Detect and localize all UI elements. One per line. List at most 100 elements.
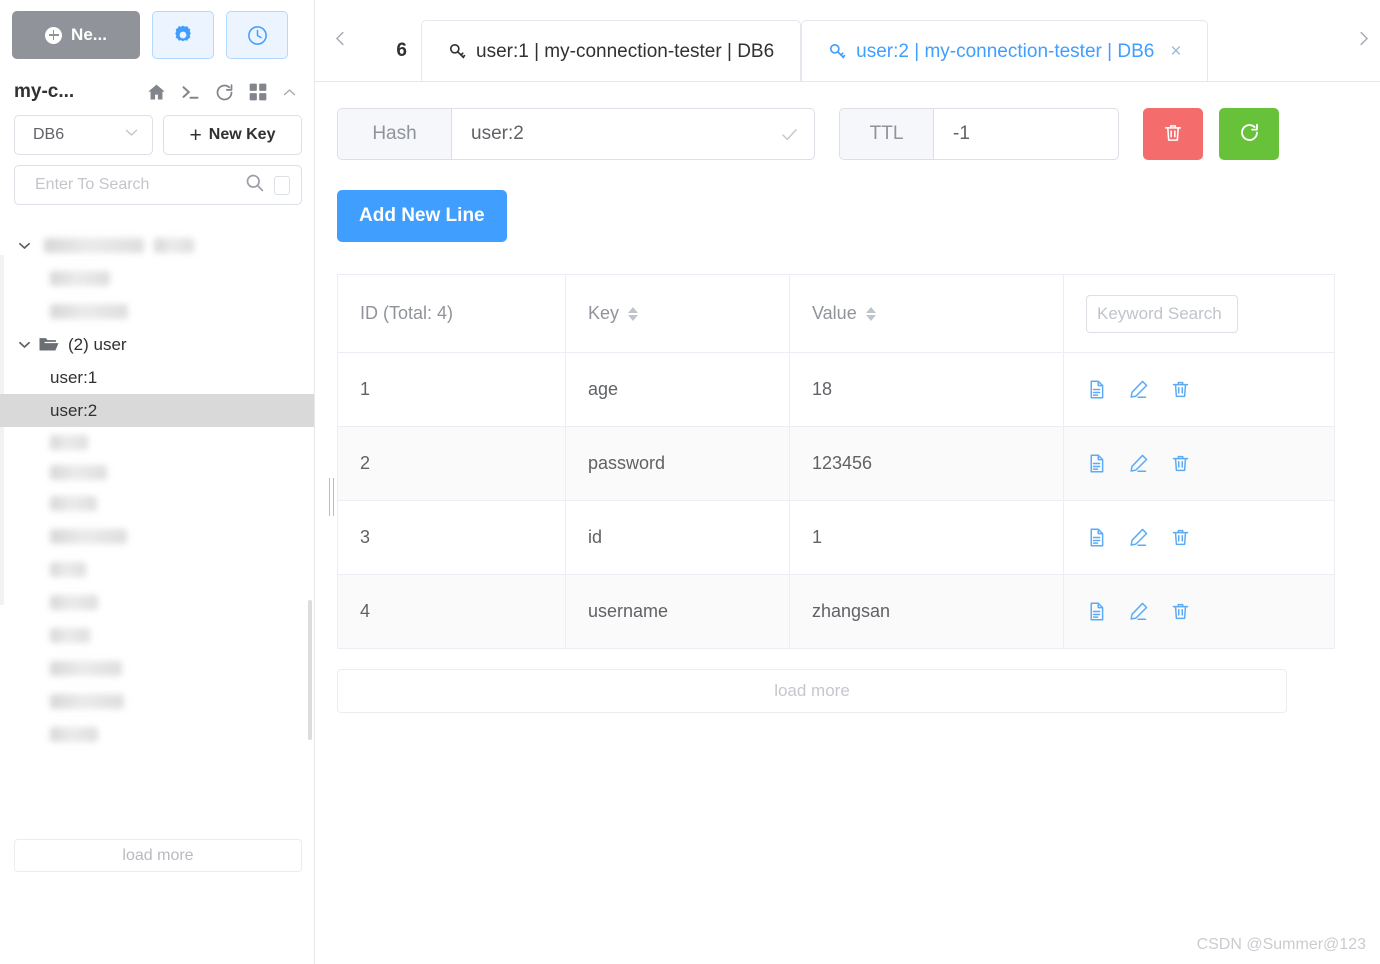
table-header-row: ID (Total: 4) Key Value Keyword Search	[337, 274, 1335, 353]
tree-key-node[interactable]	[0, 295, 314, 328]
search-icon[interactable]	[244, 172, 265, 198]
terminal-icon[interactable]	[180, 82, 201, 103]
sidebar-scrollbar[interactable]	[308, 600, 312, 740]
tree-node-label-redacted	[50, 727, 98, 742]
refresh-icon[interactable]	[214, 82, 235, 103]
cell-id: 1	[337, 352, 566, 427]
ttl-input[interactable]	[951, 122, 1118, 146]
tabs-scroll-right-button[interactable]	[1346, 0, 1380, 81]
ttl-field[interactable]	[934, 109, 1118, 159]
tree-node-label-redacted	[50, 562, 86, 577]
tree-key-node[interactable]	[0, 520, 314, 553]
tree-key-user-2[interactable]: user:2	[0, 394, 314, 427]
keyword-search-input[interactable]	[1086, 294, 1238, 333]
clock-icon	[246, 24, 269, 47]
sort-toggle-key[interactable]	[628, 306, 639, 321]
tree-folder-user-label: (2) user	[68, 334, 127, 354]
grid-icon[interactable]	[248, 82, 268, 102]
tab-clipped-label: 6	[396, 40, 407, 61]
tree-key-node[interactable]	[0, 586, 314, 619]
db-select[interactable]: DB6	[14, 115, 153, 155]
edit-icon[interactable]	[1128, 601, 1149, 622]
connection-title: my-c...	[14, 81, 75, 102]
tabs-scroll-left-button[interactable]	[323, 0, 357, 81]
tree-key-node[interactable]	[0, 457, 314, 487]
history-button[interactable]	[226, 11, 288, 59]
resize-grip-line	[328, 478, 330, 516]
cell-actions	[1063, 574, 1335, 649]
add-new-line-button[interactable]: Add New Line	[337, 190, 507, 242]
tree-key-node[interactable]	[0, 487, 314, 520]
edit-icon[interactable]	[1128, 453, 1149, 474]
tree-node-label-redacted	[50, 529, 127, 544]
detail-icon[interactable]	[1086, 453, 1107, 474]
tree-key-node[interactable]	[0, 262, 314, 295]
tree-folder-user[interactable]: (2) user	[0, 328, 314, 361]
tree-key-node[interactable]	[0, 652, 314, 685]
delete-icon[interactable]	[1170, 379, 1191, 400]
tree-key-node[interactable]	[0, 619, 314, 652]
tree-node-label-redacted	[50, 496, 97, 511]
tree-key-label: user:2	[50, 400, 98, 420]
key-name-input[interactable]	[469, 122, 773, 146]
column-header-id-label: ID (Total: 4)	[360, 303, 454, 323]
delete-icon[interactable]	[1170, 453, 1191, 474]
panel-resize-handle[interactable]	[326, 478, 336, 516]
column-header-value[interactable]: Value	[789, 274, 1064, 353]
delete-icon[interactable]	[1170, 601, 1191, 622]
delete-key-button[interactable]	[1143, 108, 1203, 160]
cell-actions	[1063, 500, 1335, 575]
table-load-more-button[interactable]: load more	[337, 669, 1287, 713]
sort-descending-icon	[865, 314, 876, 321]
sidebar-topbar: Ne...	[0, 0, 314, 59]
tree-key-node[interactable]	[0, 718, 314, 751]
chevron-up-icon[interactable]	[281, 84, 298, 101]
search-input[interactable]	[33, 175, 244, 195]
new-key-button[interactable]: + New Key	[163, 115, 302, 155]
sort-descending-icon	[628, 314, 639, 321]
table-row[interactable]: 2 password 123456	[337, 426, 1335, 501]
column-header-key[interactable]: Key	[565, 274, 790, 353]
cell-key: password	[565, 426, 790, 501]
table-row[interactable]: 3 id 1	[337, 500, 1335, 575]
sidebar-load-more-label: load more	[122, 846, 194, 864]
sidebar-load-more-button[interactable]: load more	[14, 839, 302, 872]
main-panel: 6 user:1 | my-connection-tester | DB6 us…	[315, 0, 1380, 964]
tree-key-node[interactable]	[0, 685, 314, 718]
edit-icon[interactable]	[1128, 527, 1149, 548]
home-icon[interactable]	[146, 82, 167, 103]
key-name-field[interactable]	[452, 109, 814, 159]
new-connection-button[interactable]: Ne...	[12, 11, 140, 59]
search-select-all-checkbox[interactable]	[274, 175, 290, 195]
tree-key-user-1[interactable]: user:1	[0, 361, 314, 394]
settings-button[interactable]	[152, 11, 214, 59]
detail-icon[interactable]	[1086, 527, 1107, 548]
tab-close-icon[interactable]: ×	[1170, 41, 1181, 63]
tab-clipped-previous[interactable]: 6	[357, 20, 421, 81]
refresh-key-button[interactable]	[1219, 108, 1279, 160]
chevron-down-icon[interactable]	[16, 336, 38, 353]
tree-key-node[interactable]	[0, 553, 314, 586]
detail-icon[interactable]	[1086, 379, 1107, 400]
tab-user-2[interactable]: user:2 | my-connection-tester | DB6 ×	[801, 20, 1209, 81]
folder-open-icon	[38, 335, 60, 354]
column-header-id: ID (Total: 4)	[337, 274, 566, 353]
table-row[interactable]: 4 username zhangsan	[337, 574, 1335, 649]
detail-icon[interactable]	[1086, 601, 1107, 622]
table-load-more-label: load more	[774, 681, 850, 700]
cell-key: age	[565, 352, 790, 427]
tree-key-node[interactable]	[0, 427, 314, 457]
check-icon[interactable]	[779, 124, 800, 145]
main-content: Hash TTL	[315, 82, 1380, 713]
search-box[interactable]	[14, 165, 302, 205]
chevron-down-icon[interactable]	[16, 237, 38, 254]
tree-node-label-redacted	[50, 271, 110, 286]
table-row[interactable]: 1 age 18	[337, 352, 1335, 427]
key-icon	[828, 42, 847, 61]
delete-icon[interactable]	[1170, 527, 1191, 548]
tab-user-1[interactable]: user:1 | my-connection-tester | DB6	[421, 20, 802, 81]
column-header-key-label: Key	[588, 303, 620, 323]
tree-folder-node[interactable]	[0, 229, 314, 262]
sort-toggle-value[interactable]	[865, 306, 876, 321]
edit-icon[interactable]	[1128, 379, 1149, 400]
